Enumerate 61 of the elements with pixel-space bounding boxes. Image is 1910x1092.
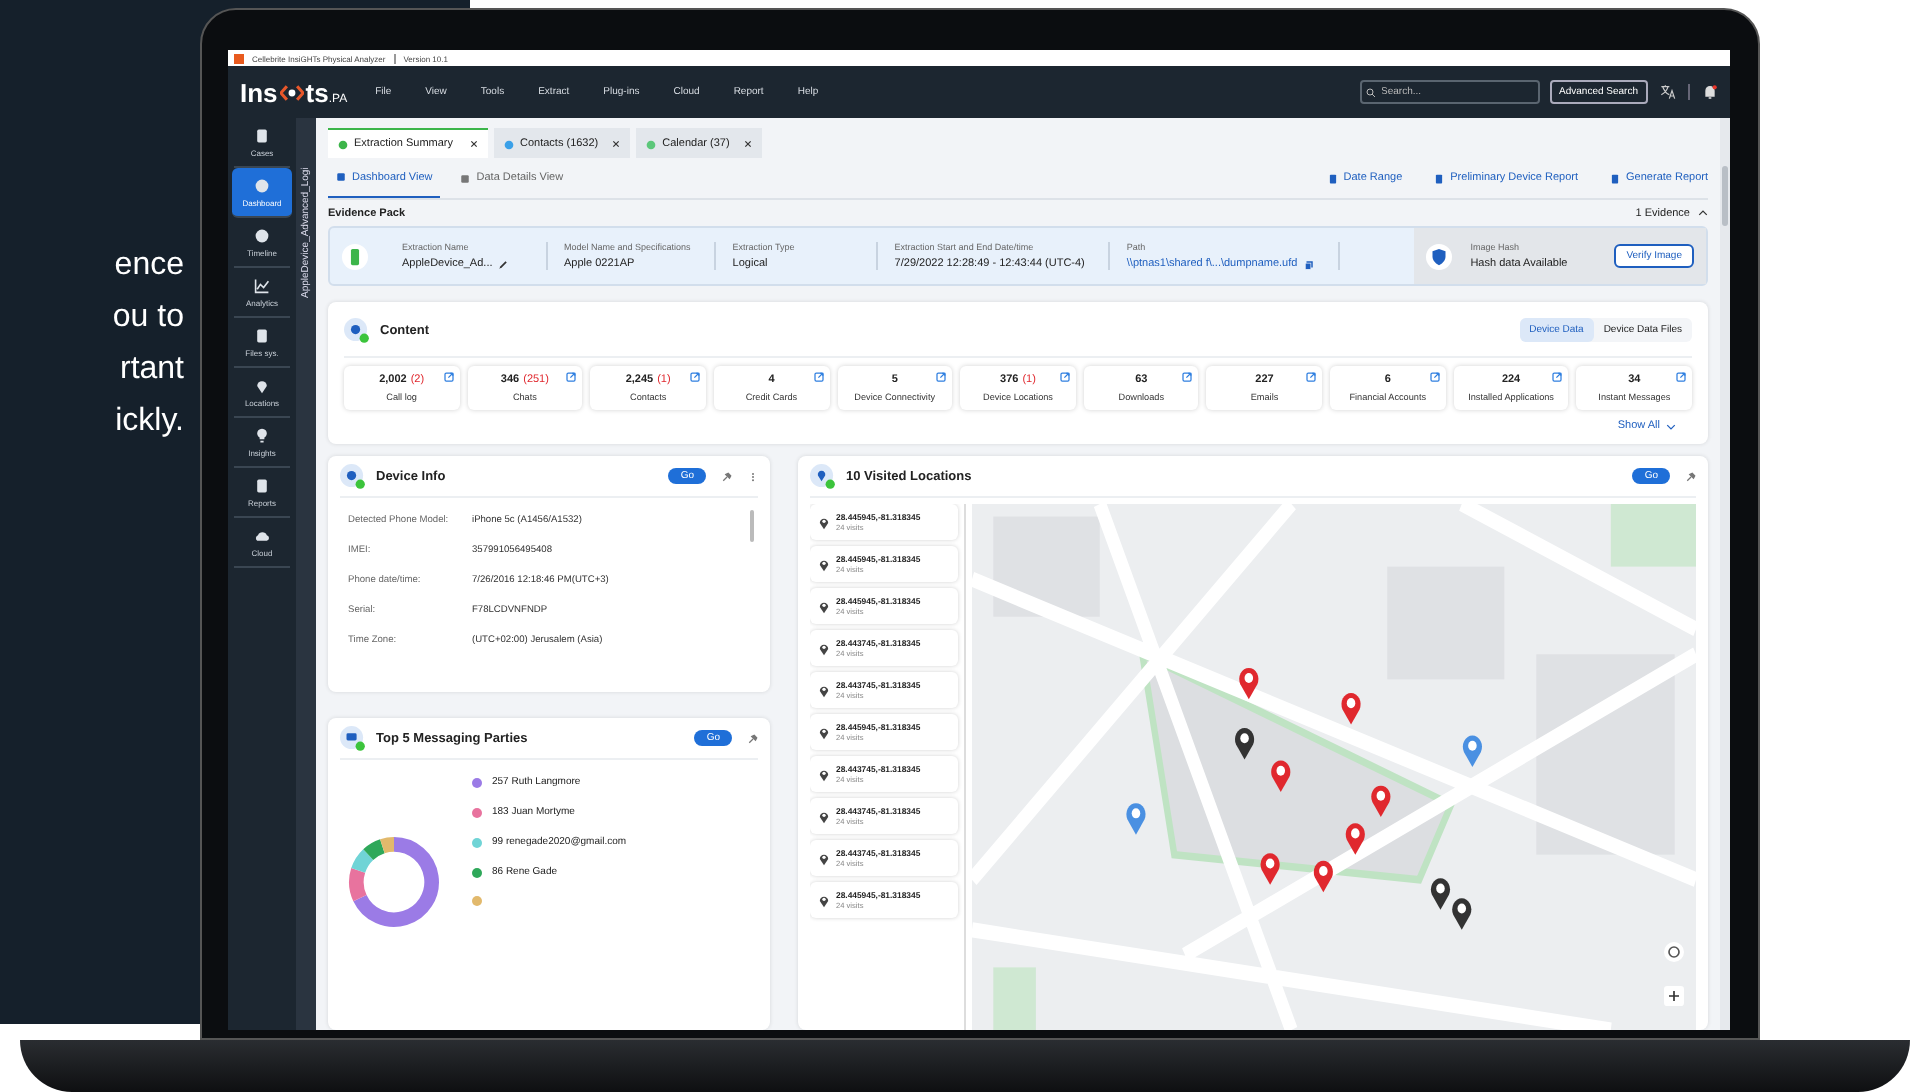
location-icon: [810, 463, 836, 489]
map-pin-icon: [818, 515, 830, 529]
zoom-in-icon[interactable]: [1664, 986, 1684, 1006]
clock-icon: [254, 228, 270, 244]
external-link-icon[interactable]: [1676, 372, 1686, 382]
external-link-icon[interactable]: [936, 372, 947, 382]
map-pin-icon: [818, 683, 830, 697]
close-icon[interactable]: [470, 140, 478, 148]
external-link-icon[interactable]: [1552, 372, 1563, 382]
chat-icon: [340, 725, 366, 751]
external-link-icon[interactable]: [1182, 372, 1193, 382]
chevron-down-icon: [1666, 421, 1676, 431]
promo-text: rtant: [117, 352, 184, 388]
cloud-icon: [254, 528, 270, 544]
file-icon: [254, 478, 270, 494]
document-icon: [1327, 173, 1338, 183]
external-link-icon[interactable]: [1059, 372, 1070, 382]
map-pin-icon: [818, 599, 830, 613]
dashboard-icon: [254, 178, 270, 194]
promo-text: ou to: [110, 300, 184, 336]
external-link-icon[interactable]: [1306, 372, 1317, 382]
document-icon: [1610, 173, 1621, 183]
external-link-icon[interactable]: [689, 372, 700, 382]
file-icon: [254, 328, 270, 344]
logo-icon: [279, 83, 304, 101]
map-pin-icon: [818, 557, 830, 571]
translate-icon[interactable]: [1660, 84, 1676, 100]
promo-text: ence: [112, 248, 184, 284]
document-icon: [1434, 173, 1445, 183]
close-icon[interactable]: [612, 140, 621, 148]
chart-icon: [254, 278, 270, 294]
notification-bell-icon[interactable]: [1702, 84, 1718, 100]
app-icon: [234, 53, 244, 63]
map-pin-icon: [818, 725, 830, 739]
external-link-icon[interactable]: [813, 372, 824, 382]
map-pin-icon: [818, 809, 830, 823]
logo-text: ts: [305, 77, 329, 107]
map-pin-icon: [818, 641, 830, 655]
info-icon: [340, 463, 366, 489]
map-pin-icon: [818, 767, 830, 781]
phone-icon: [342, 243, 368, 269]
case-icon: [254, 128, 270, 144]
view-icon: [460, 173, 471, 183]
bulb-icon: [254, 428, 270, 444]
info-icon: [344, 317, 370, 343]
search-icon: [1365, 87, 1376, 97]
external-link-icon[interactable]: [443, 372, 454, 382]
map-pin-icon: [818, 851, 830, 865]
copy-icon[interactable]: [1303, 259, 1314, 269]
close-icon[interactable]: [743, 140, 752, 148]
promo-text: ickly.: [113, 404, 184, 440]
locate-icon[interactable]: [1664, 942, 1684, 962]
external-link-icon[interactable]: [566, 372, 577, 382]
pencil-icon[interactable]: [498, 259, 509, 269]
view-icon: [336, 172, 346, 182]
external-link-icon[interactable]: [1429, 372, 1440, 382]
donut-chart-drawing: [348, 836, 440, 928]
logo-text: Ins: [240, 77, 278, 107]
shield-icon: [1426, 243, 1453, 269]
caret-icon[interactable]: [1698, 208, 1708, 218]
map-pin-icon: [818, 893, 830, 907]
